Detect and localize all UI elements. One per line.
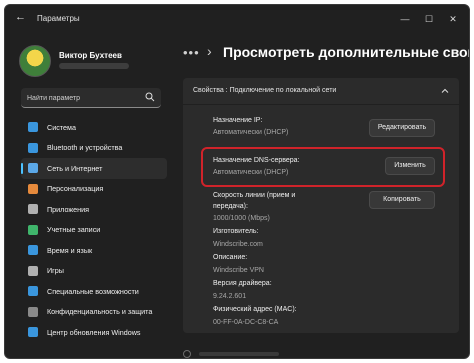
description-value: Windscribe VPN xyxy=(213,267,264,274)
properties-section-header[interactable]: Свойства : Подключение по локальной сети xyxy=(183,78,459,104)
maximize-button[interactable]: ☐ xyxy=(417,11,441,27)
update-icon xyxy=(28,327,38,338)
manufacturer-value: Windscribe.com xyxy=(213,241,263,248)
sidebar-item-label: Приложения xyxy=(47,204,90,214)
page-title: Просмотреть дополнительные свой xyxy=(223,44,470,60)
sidebar-item[interactable]: Специальные возможности xyxy=(21,281,167,302)
bluetooth-icon xyxy=(28,142,38,153)
sidebar-item[interactable]: Система xyxy=(21,117,167,138)
sidebar-item-label: Время и язык xyxy=(47,245,93,255)
manufacturer-label: Изготовитель: xyxy=(213,228,259,235)
sidebar-item[interactable]: Время и язык xyxy=(21,240,167,261)
faded-text xyxy=(199,352,279,356)
sidebar-item[interactable]: Учетные записи xyxy=(21,220,167,241)
window-controls: — ☐ ✕ xyxy=(393,11,465,27)
search-icon[interactable] xyxy=(145,92,155,102)
description-label: Описание: xyxy=(213,254,248,261)
sidebar-item[interactable]: Bluetooth и устройства xyxy=(21,138,167,159)
help-icon xyxy=(183,350,191,358)
app-title: Параметры xyxy=(37,14,80,23)
back-arrow-icon[interactable]: ← xyxy=(15,11,26,23)
search-box[interactable] xyxy=(21,88,161,108)
globe-icon xyxy=(28,245,38,256)
shield-icon xyxy=(28,306,38,317)
mac-address-label: Физический адрес (MAC): xyxy=(213,306,297,313)
breadcrumb: ••• › Просмотреть дополнительные свой xyxy=(183,43,470,65)
section-title: Свойства : Подключение по локальной сети xyxy=(193,87,337,94)
sidebar-item[interactable]: Сеть и Интернет xyxy=(21,158,167,179)
driver-version-value: 9.24.2.601 xyxy=(213,293,247,300)
sidebar-item-label: Конфиденциальность и защита xyxy=(47,307,153,317)
sidebar-item-label: Игры xyxy=(47,266,64,276)
sidebar-item-label: Сеть и Интернет xyxy=(47,163,103,173)
copy-button[interactable]: Копировать xyxy=(369,191,435,209)
dns-highlight-frame xyxy=(201,147,445,187)
properties-section-body: Назначение IP: Автоматически (DHCP) Реда… xyxy=(183,105,459,333)
more-settings-link xyxy=(175,349,375,358)
sidebar-item-label: Специальные возможности xyxy=(47,286,139,296)
link-speed-label-line1: Скорость линии (прием и xyxy=(213,192,296,199)
link-speed-value: 1000/1000 (Mbps) xyxy=(213,215,270,222)
search-input[interactable] xyxy=(27,91,137,105)
accessibility-icon xyxy=(28,286,38,297)
edit-ip-button[interactable]: Редактировать xyxy=(369,119,435,137)
gamepad-icon xyxy=(28,265,38,276)
sidebar-item-label: Bluetooth и устройства xyxy=(47,143,123,153)
breadcrumb-separator: › xyxy=(207,43,212,59)
sidebar-item[interactable]: Приложения xyxy=(21,199,167,220)
network-icon xyxy=(28,163,38,174)
minimize-button[interactable]: — xyxy=(393,11,417,27)
brush-icon xyxy=(28,183,38,194)
sidebar-item-label: Система xyxy=(47,122,76,132)
sidebar-item[interactable]: Персонализация xyxy=(21,179,167,200)
avatar xyxy=(19,45,51,77)
apps-icon xyxy=(28,204,38,215)
user-name: Виктор Бухтеев xyxy=(59,51,122,60)
driver-version-label: Версия драйвера: xyxy=(213,280,272,287)
sidebar-item-label: Учетные записи xyxy=(47,225,101,235)
ip-label: Назначение IP: xyxy=(213,117,263,124)
sidebar-item-label: Центр обновления Windows xyxy=(47,327,141,337)
title-bar: ← Параметры — ☐ ✕ xyxy=(5,5,469,33)
breadcrumb-overflow-button[interactable]: ••• xyxy=(183,45,200,60)
user-email-redacted xyxy=(59,63,129,69)
chevron-up-icon[interactable] xyxy=(441,87,449,95)
close-button[interactable]: ✕ xyxy=(441,11,465,27)
mac-address-value: 00-FF-0A-DC-C8-CA xyxy=(213,319,279,326)
sidebar-item[interactable]: Игры xyxy=(21,261,167,282)
sidebar-item[interactable]: Центр обновления Windows xyxy=(21,322,167,343)
link-speed-label-line2: передача): xyxy=(213,203,248,210)
monitor-icon xyxy=(28,122,38,133)
settings-window: ← Параметры — ☐ ✕ Виктор Бухтеев Система… xyxy=(4,4,470,359)
sidebar-nav: Система Bluetooth и устройства Сеть и Инте… xyxy=(21,117,167,343)
sidebar-item-label: Персонализация xyxy=(47,184,104,194)
person-icon xyxy=(28,224,38,235)
ip-value: Автоматически (DHCP) xyxy=(213,129,289,136)
sidebar-item[interactable]: Конфиденциальность и защита xyxy=(21,302,167,323)
